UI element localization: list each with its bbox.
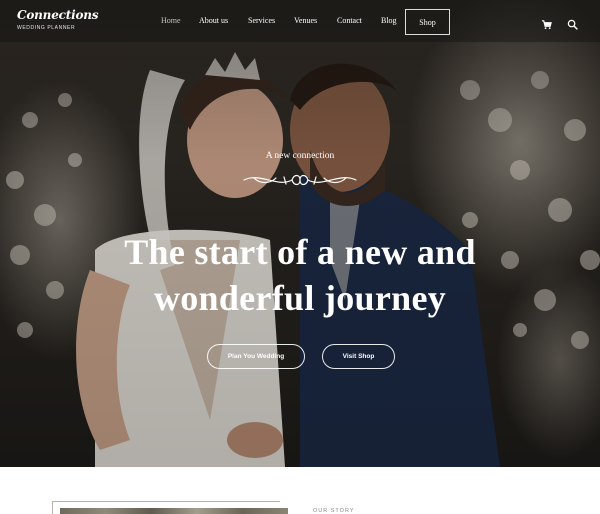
logo-tagline: WEDDING PLANNER <box>17 25 76 31</box>
story-image <box>60 508 288 514</box>
flourish-divider-icon <box>243 174 357 186</box>
top-navigation: Connections WEDDING PLANNER Home About u… <box>0 0 600 42</box>
nav-link-contact[interactable]: Contact <box>337 16 362 25</box>
hero-eyebrow: A new connection <box>265 151 335 161</box>
nav-link-about-us[interactable]: About us <box>199 16 228 25</box>
nav-link-services[interactable]: Services <box>248 16 275 25</box>
nav-link-blog[interactable]: Blog <box>381 16 397 25</box>
visit-shop-button[interactable]: Visit Shop <box>322 344 395 369</box>
hero-headline-line-2: wonderful journey <box>153 278 447 318</box>
search-icon[interactable] <box>567 15 578 30</box>
nav-link-home[interactable]: Home <box>161 16 181 25</box>
logo-name: Connections <box>17 8 99 22</box>
hero-headline: The start of a new and wonderful journey <box>0 229 600 321</box>
nav-link-venues[interactable]: Venues <box>294 16 317 25</box>
plan-wedding-button[interactable]: Plan You Wedding <box>207 344 305 369</box>
site-logo[interactable]: Connections WEDDING PLANNER <box>17 8 99 31</box>
cart-icon[interactable] <box>541 15 552 30</box>
hero-headline-line-1: The start of a new and <box>124 232 476 272</box>
hero-section: Connections WEDDING PLANNER Home About u… <box>0 0 600 467</box>
shop-button[interactable]: Shop <box>405 9 450 35</box>
story-section-label: OUR STORY <box>313 508 355 514</box>
